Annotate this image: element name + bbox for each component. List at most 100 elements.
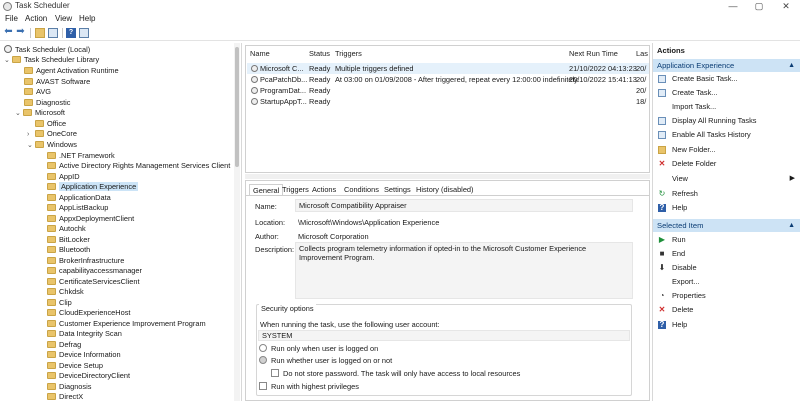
action-create-task[interactable]: Create Task... — [653, 86, 800, 99]
tree-item[interactable]: Office — [35, 119, 66, 129]
checkbox-no-password-label[interactable]: Do not store password. The task will onl… — [283, 369, 520, 378]
back-arrow-icon[interactable]: ⬅ — [3, 27, 14, 38]
tree-item[interactable]: Diagnosis — [47, 382, 91, 392]
menu-help[interactable]: Help — [79, 14, 95, 23]
action-delete-folder[interactable]: ✕ Delete Folder — [653, 157, 800, 170]
task-name[interactable]: PcaPatchDb... — [260, 75, 307, 84]
tree-item[interactable]: Data Integrity Scan — [47, 329, 122, 339]
radio-whether-logged-on[interactable] — [259, 356, 267, 364]
actions-section-application-experience[interactable]: Application Experience ▲ — [653, 59, 800, 72]
action-disable[interactable]: ⬇ Disable — [653, 261, 800, 274]
tree-item[interactable]: AppxDeploymentClient — [47, 214, 134, 224]
column-header-triggers[interactable]: Triggers — [335, 49, 362, 58]
column-header-last-run-time[interactable]: Las — [636, 49, 648, 58]
tree-item[interactable]: Bluetooth — [47, 245, 90, 255]
menu-view[interactable]: View — [55, 14, 72, 23]
collapse-arrow-icon[interactable]: ▲ — [788, 219, 795, 232]
tree-root[interactable]: Task Scheduler (Local) — [4, 45, 90, 55]
tree-item[interactable]: AVG — [24, 87, 51, 97]
column-header-name[interactable]: Name — [250, 49, 270, 58]
description-field[interactable]: Collects program telemetry information i… — [295, 242, 633, 299]
pane-splitter[interactable] — [245, 174, 650, 179]
folder-icon — [47, 204, 56, 211]
chevron-down-icon[interactable]: ⌄ — [15, 109, 23, 119]
tree-item-windows[interactable]: ⌄ Windows — [27, 140, 77, 150]
name-field[interactable]: Microsoft Compatibility Appraiser — [295, 199, 633, 212]
tab-history[interactable]: History (disabled) — [413, 184, 477, 195]
checkbox-no-password[interactable] — [271, 369, 279, 377]
action-export[interactable]: Export... — [653, 275, 800, 288]
show-hide-action-pane-icon[interactable] — [79, 28, 89, 38]
column-header-next-run-time[interactable]: Next Run Time — [569, 49, 618, 58]
radio-logged-on-label[interactable]: Run only when user is logged on — [271, 344, 378, 353]
action-create-basic-task[interactable]: Create Basic Task... — [653, 72, 800, 85]
radio-whether-logged-on-label[interactable]: Run whether user is logged on or not — [271, 356, 392, 365]
checkbox-highest-privileges[interactable] — [259, 382, 267, 390]
action-run[interactable]: ▶ Run — [653, 233, 800, 246]
action-refresh[interactable]: ↻ Refresh — [653, 187, 800, 200]
chevron-down-icon[interactable]: ⌄ — [27, 141, 35, 151]
action-display-running-tasks[interactable]: Display All Running Tasks — [653, 114, 800, 127]
action-view[interactable]: View ▶ — [653, 172, 800, 185]
tree-item[interactable]: DeviceDirectoryClient — [47, 371, 130, 381]
action-help-selected[interactable]: ? Help — [653, 318, 800, 331]
tab-settings[interactable]: Settings — [381, 184, 414, 195]
collapse-arrow-icon[interactable]: ▲ — [788, 59, 795, 72]
scrollbar-thumb[interactable] — [235, 47, 239, 167]
tree-item[interactable]: Chkdsk — [47, 287, 84, 297]
tree-item[interactable]: .NET Framework — [47, 151, 115, 161]
minimize-button[interactable]: — — [720, 0, 746, 13]
forward-arrow-icon[interactable]: ➡ — [15, 27, 26, 38]
actions-section-selected-item[interactable]: Selected Item ▲ — [653, 219, 800, 232]
tree-item[interactable]: Diagnostic — [24, 98, 71, 108]
tree-item[interactable]: BrokerInfrastructure — [47, 256, 124, 266]
tree-scrollbar[interactable] — [234, 43, 240, 401]
action-delete[interactable]: ✕ Delete — [653, 303, 800, 316]
tree-item[interactable]: AppListBackup — [47, 203, 108, 213]
tree-item[interactable]: Device Information — [47, 350, 121, 360]
tree-item[interactable]: CertificateServicesClient — [47, 277, 140, 287]
chevron-right-icon[interactable]: › — [27, 130, 35, 140]
tree-item[interactable]: DirectX — [47, 392, 83, 401]
menu-action[interactable]: Action — [25, 14, 47, 23]
action-help[interactable]: ? Help — [653, 201, 800, 214]
chevron-down-icon[interactable]: ⌄ — [4, 56, 12, 66]
tree-item[interactable]: AVAST Software — [24, 77, 90, 87]
tree-item[interactable]: › OneCore — [27, 129, 77, 139]
maximize-button[interactable]: ▢ — [746, 0, 772, 13]
tree-item[interactable]: ApplicationData — [47, 193, 111, 203]
tree-item[interactable]: Clip — [47, 298, 72, 308]
task-name[interactable]: ProgramDat... — [260, 86, 306, 95]
task-name[interactable]: Microsoft C... — [260, 64, 304, 73]
task-name[interactable]: StartupAppT... — [260, 97, 307, 106]
tree-item[interactable]: BitLocker — [47, 235, 90, 245]
tab-triggers[interactable]: Triggers — [279, 184, 312, 195]
tree-item-microsoft[interactable]: ⌄ Microsoft — [15, 108, 65, 118]
tab-conditions[interactable]: Conditions — [341, 184, 382, 195]
tree-item[interactable]: Agent Activation Runtime — [24, 66, 119, 76]
tree-item[interactable]: Autochk — [47, 224, 86, 234]
up-folder-icon[interactable] — [35, 28, 45, 38]
action-end[interactable]: ■ End — [653, 247, 800, 260]
action-new-folder[interactable]: New Folder... — [653, 143, 800, 156]
column-header-status[interactable]: Status — [309, 49, 330, 58]
close-button[interactable]: ✕ — [773, 0, 799, 13]
tree-library[interactable]: ⌄ Task Scheduler Library — [4, 55, 99, 65]
tree-item[interactable]: Defrag — [47, 340, 81, 350]
tree-item[interactable]: AppID — [47, 172, 80, 182]
checkbox-highest-privileges-label[interactable]: Run with highest privileges — [271, 382, 359, 391]
tree-item-application-experience[interactable]: Application Experience — [47, 182, 139, 192]
show-hide-console-tree-icon[interactable] — [48, 28, 58, 38]
tree-item[interactable]: Device Setup — [47, 361, 103, 371]
menu-file[interactable]: File — [5, 14, 18, 23]
radio-logged-on[interactable] — [259, 344, 267, 352]
tab-actions[interactable]: Actions — [309, 184, 339, 195]
action-properties[interactable]: ◔ Properties — [653, 289, 800, 302]
tree-item[interactable]: CloudExperienceHost — [47, 308, 130, 318]
action-enable-history[interactable]: Enable All Tasks History — [653, 128, 800, 141]
help-icon[interactable]: ? — [66, 28, 76, 38]
tree-item[interactable]: Customer Experience Improvement Program — [47, 319, 206, 329]
tree-item[interactable]: Active Directory Rights Management Servi… — [47, 161, 230, 171]
action-import-task[interactable]: Import Task... — [653, 100, 800, 113]
tree-item[interactable]: capabilityaccessmanager — [47, 266, 142, 276]
